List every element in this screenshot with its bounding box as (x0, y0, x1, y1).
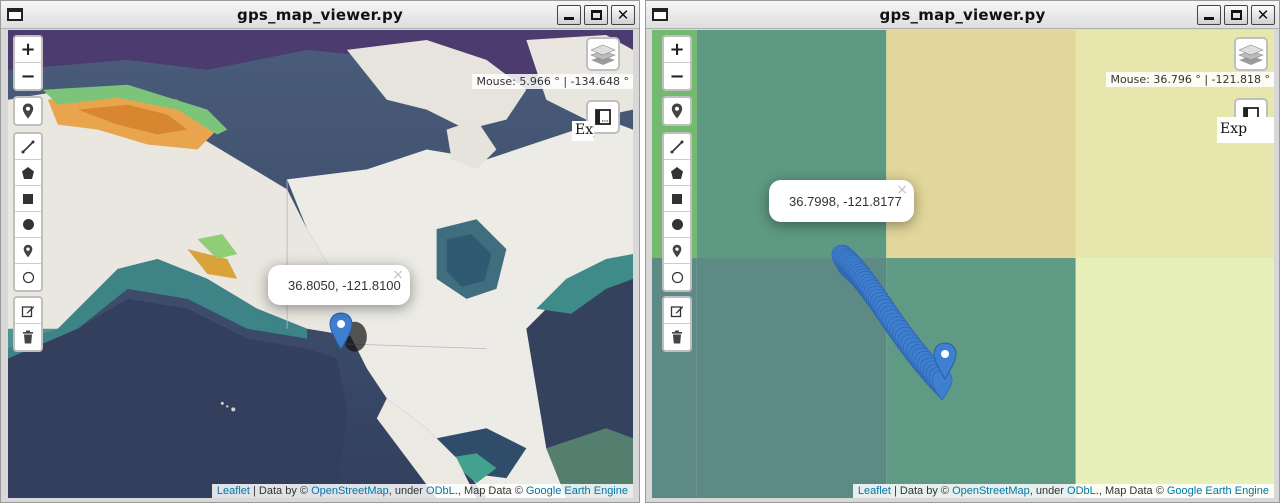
maximize-button[interactable] (1224, 5, 1248, 25)
polyline-icon (670, 140, 684, 153)
draw-rectangle-button[interactable] (15, 186, 41, 212)
edit-icon (21, 305, 34, 317)
locate-button[interactable] (15, 98, 41, 124)
window-title: gps_map_viewer.py (237, 6, 403, 24)
popup-coordinates: 36.7998, -121.8177 (789, 193, 902, 209)
window-right: gps_map_viewer.py ✕ 36.7998, -121.8177 ×… (645, 0, 1280, 503)
gps-track (831, 244, 953, 401)
layers-control[interactable] (1234, 37, 1268, 71)
draw-toolbar (662, 132, 692, 292)
draw-circle-button[interactable] (15, 212, 41, 238)
close-icon: ✕ (1256, 5, 1270, 24)
circle-icon (22, 219, 34, 230)
map-view[interactable]: 36.7998, -121.8177 × + − Mouse: 36.796 °… (652, 30, 1274, 498)
popup-close-button[interactable]: × (896, 182, 908, 198)
leaflet-link[interactable]: Leaflet (217, 485, 250, 497)
draw-marker-button[interactable] (15, 238, 41, 264)
location-pin-icon (22, 103, 34, 119)
edit-icon (670, 305, 683, 317)
maximize-icon (1231, 10, 1242, 20)
zoom-in-button[interactable]: + (664, 37, 690, 63)
edit-toolbar (13, 296, 43, 352)
trash-icon (23, 330, 33, 344)
zoom-control: + − (13, 35, 43, 91)
minimize-icon (1204, 17, 1214, 20)
circle-marker-icon (671, 271, 683, 283)
map-marker-icon[interactable] (933, 342, 957, 380)
circle-marker-icon (22, 271, 34, 283)
draw-rectangle-button[interactable] (664, 186, 690, 212)
close-icon: ✕ (616, 5, 630, 24)
popup-close-button[interactable]: × (392, 267, 404, 283)
layers-control[interactable] (586, 37, 620, 71)
delete-layers-button[interactable] (15, 324, 41, 350)
export-label[interactable]: Exp (1217, 117, 1274, 143)
draw-polygon-button[interactable] (664, 160, 690, 186)
circle-icon (671, 219, 683, 230)
zoom-in-button[interactable]: + (15, 37, 41, 63)
polygon-icon (22, 166, 34, 179)
layers-icon (1238, 44, 1264, 65)
gee-link[interactable]: Google Earth Engine (526, 485, 628, 497)
mouse-coordinates: Mouse: 5.966 ° | -134.648 ° (472, 74, 633, 89)
zoom-out-button[interactable]: − (15, 63, 41, 89)
location-pin-icon (671, 103, 683, 119)
locate-control (662, 96, 692, 126)
popup-coordinates: 36.8050, -121.8100 (288, 277, 401, 293)
zoom-out-button[interactable]: − (664, 63, 690, 89)
close-button[interactable]: ✕ (1251, 5, 1275, 25)
draw-polygon-button[interactable] (15, 160, 41, 186)
zoom-control: + − (662, 35, 692, 91)
layers-icon (590, 44, 616, 65)
locate-button[interactable] (664, 98, 690, 124)
trash-icon (672, 330, 682, 344)
title-bar[interactable]: gps_map_viewer.py ✕ (1, 1, 639, 29)
maximize-button[interactable] (584, 5, 608, 25)
edit-layers-button[interactable] (15, 298, 41, 324)
osm-link[interactable]: OpenStreetMap (311, 485, 389, 497)
odbl-link[interactable]: ODbL (426, 485, 455, 497)
edit-toolbar (662, 296, 692, 352)
odbl-link[interactable]: ODbL (1067, 485, 1096, 497)
rectangle-icon (23, 193, 33, 204)
marker-popup: 36.8050, -121.8100 × (268, 265, 410, 318)
map-tiles (8, 30, 633, 498)
draw-marker-button[interactable] (664, 238, 690, 264)
draw-circle-marker-button[interactable] (664, 264, 690, 290)
marker-icon (23, 244, 33, 257)
mouse-coordinates: Mouse: 36.796 ° | -121.818 ° (1106, 72, 1274, 87)
osm-link[interactable]: OpenStreetMap (952, 485, 1030, 497)
edit-layers-button[interactable] (664, 298, 690, 324)
delete-layers-button[interactable] (664, 324, 690, 350)
map-attribution: Leaflet | Data by © OpenStreetMap, under… (211, 484, 633, 498)
marker-icon (672, 244, 682, 257)
draw-toolbar (13, 132, 43, 292)
rectangle-icon (672, 193, 682, 204)
maximize-icon (591, 10, 602, 20)
draw-polyline-button[interactable] (15, 134, 41, 160)
map-view[interactable]: 36.8050, -121.8100 × + − Mouse: 5.966 ° … (8, 30, 633, 498)
locate-control (13, 96, 43, 126)
draw-polyline-button[interactable] (664, 134, 690, 160)
title-bar[interactable]: gps_map_viewer.py ✕ (646, 1, 1279, 29)
window-left: gps_map_viewer.py ✕ 36.8050, -121.8100 ×… (0, 0, 640, 503)
window-title: gps_map_viewer.py (879, 6, 1046, 24)
marker-popup: 36.7998, -121.8177 × (769, 180, 914, 235)
minimize-button[interactable] (1197, 5, 1221, 25)
draw-circle-marker-button[interactable] (15, 264, 41, 290)
gee-link[interactable]: Google Earth Engine (1167, 485, 1269, 497)
leaflet-link[interactable]: Leaflet (858, 485, 891, 497)
map-marker-icon[interactable] (329, 312, 353, 350)
minimize-button[interactable] (557, 5, 581, 25)
minimize-icon (564, 17, 574, 20)
map-attribution: Leaflet | Data by © OpenStreetMap, under… (852, 484, 1274, 498)
close-button[interactable]: ✕ (611, 5, 635, 25)
polyline-icon (21, 140, 35, 153)
draw-circle-button[interactable] (664, 212, 690, 238)
export-label[interactable]: Exp (572, 121, 594, 141)
fullscreen-icon (595, 109, 611, 125)
polygon-icon (671, 166, 683, 179)
